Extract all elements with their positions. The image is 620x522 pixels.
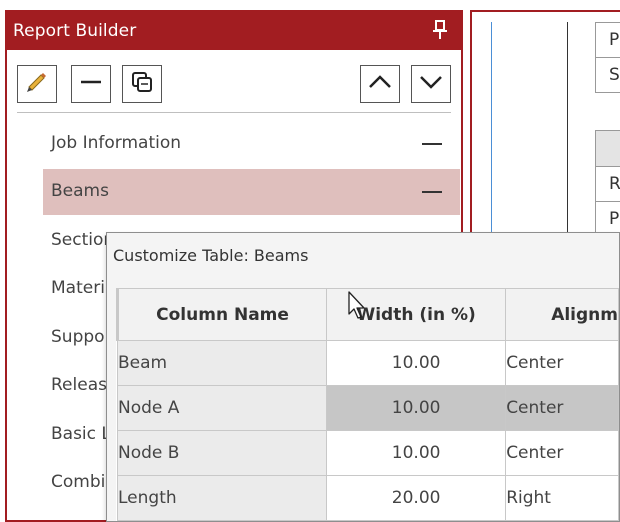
alignment-cell[interactable]: Center	[505, 340, 619, 386]
width-cell[interactable]: 20.00	[326, 475, 507, 521]
table-row: Node B 10.00 Center	[116, 430, 619, 476]
preview-cell: S	[595, 57, 620, 93]
copy-icon	[130, 70, 154, 98]
preview-cell: R	[595, 166, 620, 202]
report-item-label: Materi	[51, 278, 105, 298]
move-down-button[interactable]	[411, 65, 451, 103]
panel-title: Report Builder	[13, 21, 137, 41]
report-item-label: Combi	[51, 472, 106, 492]
alignment-cell[interactable]: Center	[505, 430, 619, 476]
report-item-beams[interactable]: Beams	[43, 169, 460, 215]
customize-table-popup: Customize Table: Beams Column Name Width…	[106, 232, 620, 522]
move-up-button[interactable]	[360, 65, 400, 103]
edit-button[interactable]	[17, 65, 57, 103]
column-header-alignment[interactable]: Alignm	[505, 288, 619, 341]
width-cell[interactable]: 10.00	[326, 340, 507, 386]
preview-cell: P	[595, 22, 620, 58]
remove-item-icon[interactable]	[422, 191, 442, 193]
report-item-label: Job Information	[51, 133, 182, 153]
alignment-cell[interactable]: Center	[505, 385, 619, 431]
panel-header: Report Builder	[7, 12, 461, 50]
column-name-cell: Node A	[116, 385, 328, 431]
column-header-name[interactable]: Column Name	[115, 288, 328, 341]
report-item-label: Section	[51, 230, 115, 250]
table-header-row: Column Name Width (in %) Alignm	[115, 288, 619, 341]
report-item-label: Beams	[51, 181, 109, 201]
pin-icon[interactable]	[433, 20, 447, 44]
column-name-cell: Length	[116, 475, 328, 521]
table-row: Node A 10.00 Center	[116, 385, 619, 431]
chevron-up-icon	[367, 69, 393, 99]
column-name-cell: Node B	[116, 430, 328, 476]
alignment-cell[interactable]: Right	[505, 475, 619, 521]
width-cell[interactable]: 10.00	[326, 430, 507, 476]
copy-button[interactable]	[122, 65, 162, 103]
report-item-label: Suppo	[51, 327, 105, 347]
popup-title: Customize Table: Beams	[113, 246, 309, 265]
preview-header-cell	[595, 130, 620, 167]
minus-icon	[79, 70, 103, 98]
remove-item-icon[interactable]	[422, 143, 442, 145]
report-item-job-information[interactable]: Job Information	[43, 121, 460, 167]
table-row: Beam 10.00 Center	[116, 340, 619, 386]
collapse-button[interactable]	[71, 65, 111, 103]
column-name-cell: Beam	[116, 340, 328, 386]
report-item-label: Basic L	[51, 424, 111, 444]
report-item-label: Releas	[51, 375, 107, 395]
width-cell[interactable]: 10.00	[326, 385, 507, 431]
toolbar-divider	[17, 112, 451, 113]
pencil-icon	[24, 69, 50, 99]
table-row: Length 20.00 Right	[116, 475, 619, 521]
mouse-cursor-icon	[348, 291, 368, 325]
chevron-down-icon	[418, 69, 444, 99]
